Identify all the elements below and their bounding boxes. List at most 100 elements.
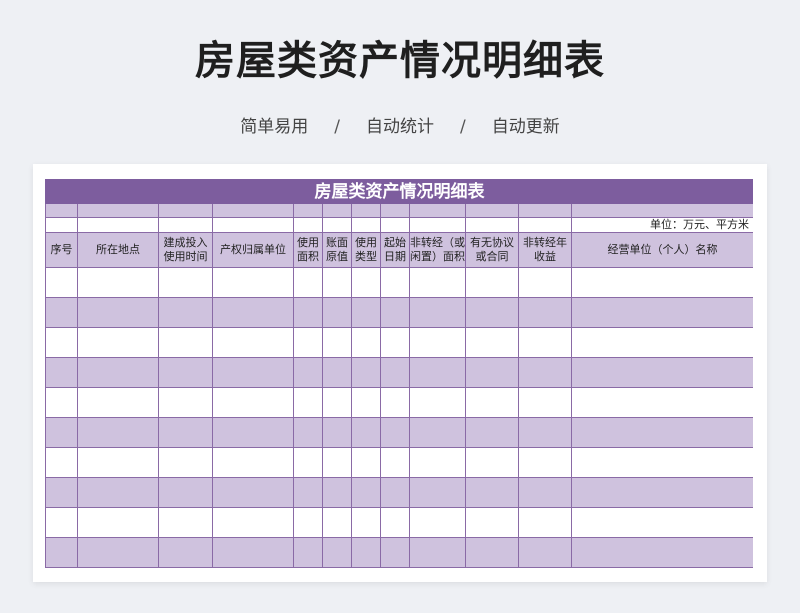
table-cell[interactable] <box>465 297 519 328</box>
table-cell[interactable] <box>322 327 352 358</box>
table-cell[interactable] <box>351 297 381 328</box>
table-cell[interactable] <box>571 297 753 328</box>
table-cell[interactable] <box>293 447 323 478</box>
table-cell[interactable] <box>45 477 78 508</box>
table-cell[interactable] <box>77 417 159 448</box>
table-cell[interactable] <box>158 447 213 478</box>
table-cell[interactable] <box>293 387 323 418</box>
cell[interactable] <box>322 203 352 218</box>
table-cell[interactable] <box>45 387 78 418</box>
table-cell[interactable] <box>380 537 410 568</box>
table-cell[interactable] <box>77 327 159 358</box>
table-cell[interactable] <box>77 267 159 298</box>
table-cell[interactable] <box>409 357 466 388</box>
cell[interactable] <box>380 217 410 233</box>
table-cell[interactable] <box>571 537 753 568</box>
table-cell[interactable] <box>45 447 78 478</box>
cell[interactable] <box>351 217 381 233</box>
table-cell[interactable] <box>518 267 572 298</box>
table-cell[interactable] <box>518 327 572 358</box>
table-cell[interactable] <box>45 327 78 358</box>
table-cell[interactable] <box>293 297 323 328</box>
table-cell[interactable] <box>465 357 519 388</box>
table-cell[interactable] <box>45 357 78 388</box>
table-cell[interactable] <box>158 417 213 448</box>
table-cell[interactable] <box>351 417 381 448</box>
table-cell[interactable] <box>77 507 159 538</box>
table-cell[interactable] <box>409 417 466 448</box>
cell[interactable] <box>45 203 78 218</box>
table-cell[interactable] <box>518 447 572 478</box>
table-cell[interactable] <box>293 417 323 448</box>
table-cell[interactable] <box>158 477 213 508</box>
table-cell[interactable] <box>465 267 519 298</box>
table-cell[interactable] <box>351 357 381 388</box>
table-cell[interactable] <box>465 417 519 448</box>
cell[interactable] <box>158 217 213 233</box>
table-cell[interactable] <box>212 507 294 538</box>
table-cell[interactable] <box>212 417 294 448</box>
table-cell[interactable] <box>571 447 753 478</box>
table-cell[interactable] <box>409 267 466 298</box>
table-cell[interactable] <box>212 327 294 358</box>
table-cell[interactable] <box>409 507 466 538</box>
table-cell[interactable] <box>571 387 753 418</box>
cell[interactable] <box>322 217 352 233</box>
table-cell[interactable] <box>380 267 410 298</box>
table-cell[interactable] <box>518 297 572 328</box>
table-cell[interactable] <box>212 447 294 478</box>
table-cell[interactable] <box>380 357 410 388</box>
table-cell[interactable] <box>518 507 572 538</box>
table-cell[interactable] <box>571 507 753 538</box>
cell[interactable] <box>212 217 294 233</box>
table-cell[interactable] <box>77 387 159 418</box>
table-cell[interactable] <box>322 537 352 568</box>
table-cell[interactable] <box>293 477 323 508</box>
cell[interactable] <box>518 203 572 218</box>
table-cell[interactable] <box>45 297 78 328</box>
table-cell[interactable] <box>322 297 352 328</box>
table-cell[interactable] <box>77 537 159 568</box>
cell[interactable] <box>77 203 159 218</box>
cell[interactable] <box>77 217 159 233</box>
table-cell[interactable] <box>380 447 410 478</box>
table-cell[interactable] <box>351 327 381 358</box>
table-cell[interactable] <box>158 507 213 538</box>
cell[interactable] <box>409 203 466 218</box>
table-cell[interactable] <box>212 267 294 298</box>
table-cell[interactable] <box>351 387 381 418</box>
table-cell[interactable] <box>571 477 753 508</box>
table-cell[interactable] <box>380 387 410 418</box>
table-cell[interactable] <box>409 537 466 568</box>
cell[interactable] <box>465 203 519 218</box>
table-cell[interactable] <box>45 417 78 448</box>
table-cell[interactable] <box>45 537 78 568</box>
table-cell[interactable] <box>322 477 352 508</box>
table-cell[interactable] <box>351 537 381 568</box>
cell[interactable] <box>293 203 323 218</box>
cell[interactable] <box>212 203 294 218</box>
table-cell[interactable] <box>465 477 519 508</box>
table-cell[interactable] <box>571 267 753 298</box>
cell[interactable] <box>45 217 78 233</box>
table-cell[interactable] <box>322 357 352 388</box>
cell[interactable] <box>380 203 410 218</box>
table-cell[interactable] <box>77 357 159 388</box>
table-cell[interactable] <box>571 357 753 388</box>
table-cell[interactable] <box>409 297 466 328</box>
table-cell[interactable] <box>77 477 159 508</box>
table-cell[interactable] <box>409 477 466 508</box>
table-cell[interactable] <box>212 537 294 568</box>
table-cell[interactable] <box>380 297 410 328</box>
cell[interactable] <box>351 203 381 218</box>
table-cell[interactable] <box>409 387 466 418</box>
table-cell[interactable] <box>212 477 294 508</box>
table-cell[interactable] <box>465 327 519 358</box>
table-cell[interactable] <box>322 447 352 478</box>
table-cell[interactable] <box>351 477 381 508</box>
table-cell[interactable] <box>322 507 352 538</box>
table-cell[interactable] <box>322 267 352 298</box>
table-cell[interactable] <box>293 267 323 298</box>
table-cell[interactable] <box>465 537 519 568</box>
table-cell[interactable] <box>380 417 410 448</box>
